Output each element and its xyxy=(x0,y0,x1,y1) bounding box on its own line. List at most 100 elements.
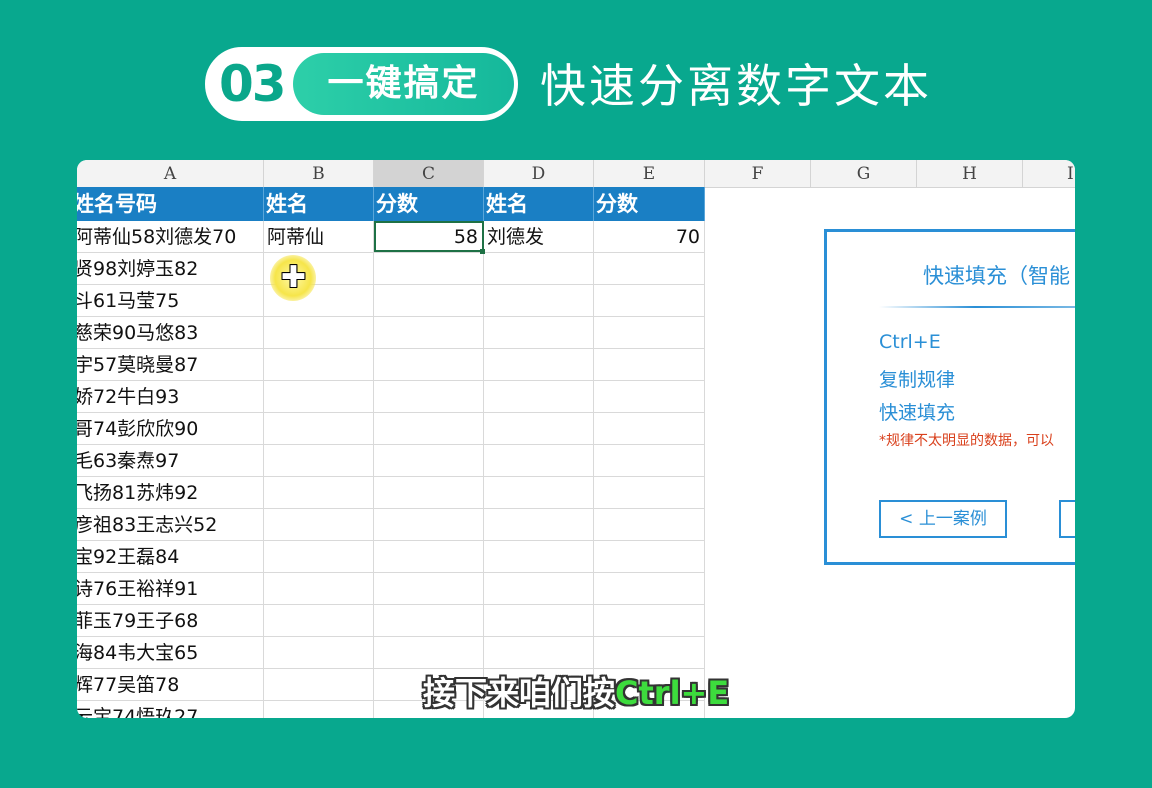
table-row: 宇57莫晓曼87 xyxy=(77,349,705,381)
previous-case-button[interactable]: < 上一案例 xyxy=(879,500,1007,538)
cell-name-number[interactable]: 海84韦大宝65 xyxy=(77,637,264,668)
cell-score-2[interactable] xyxy=(594,445,705,476)
cell-name-number[interactable]: 宝92王磊84 xyxy=(77,541,264,572)
cell-name-number[interactable]: 菲玉79王子68 xyxy=(77,605,264,636)
cell-score[interactable] xyxy=(374,253,484,284)
tip-item-shortcut: Ctrl+E xyxy=(879,331,941,353)
column-header-c[interactable]: C xyxy=(374,160,484,187)
cell-name[interactable] xyxy=(264,669,374,700)
cell-name[interactable]: 阿蒂仙 xyxy=(264,221,374,252)
header-cell-name-number[interactable]: 姓名号码 xyxy=(77,187,264,221)
column-header-e[interactable]: E xyxy=(594,160,705,187)
cell-name-2[interactable] xyxy=(484,509,594,540)
column-header-bar: A B C D E F G H I xyxy=(77,160,1075,188)
cell-name-number[interactable]: 斗61马莹75 xyxy=(77,285,264,316)
cell-name[interactable] xyxy=(264,445,374,476)
cell-name-2[interactable] xyxy=(484,381,594,412)
cell-score[interactable] xyxy=(374,413,484,444)
cell-name-2[interactable] xyxy=(484,317,594,348)
cell-name-number[interactable]: 贤98刘婷玉82 xyxy=(77,253,264,284)
cell-name-2[interactable] xyxy=(484,349,594,380)
cell-name[interactable] xyxy=(264,381,374,412)
cell-name-number[interactable]: 彦祖83王志兴52 xyxy=(77,509,264,540)
cell-score[interactable] xyxy=(374,381,484,412)
column-header-h[interactable]: H xyxy=(917,160,1023,187)
cell-score[interactable] xyxy=(374,637,484,668)
cell-name-2[interactable] xyxy=(484,445,594,476)
cell-name-number[interactable]: 慈荣90马悠83 xyxy=(77,317,264,348)
cell-score[interactable] xyxy=(374,285,484,316)
cell-score[interactable] xyxy=(374,573,484,604)
cell-name[interactable] xyxy=(264,573,374,604)
cell-score-2[interactable] xyxy=(594,349,705,380)
cell-score[interactable] xyxy=(374,541,484,572)
cell-score[interactable]: 58 xyxy=(374,221,484,252)
cell-score-2[interactable] xyxy=(594,605,705,636)
cell-name-number[interactable]: 宇57莫晓曼87 xyxy=(77,349,264,380)
cell-score-2[interactable] xyxy=(594,637,705,668)
cell-score-2[interactable] xyxy=(594,509,705,540)
cell-name[interactable] xyxy=(264,349,374,380)
table-row: 贤98刘婷玉82 xyxy=(77,253,705,285)
cell-score-2[interactable] xyxy=(594,413,705,444)
cell-name-2[interactable] xyxy=(484,573,594,604)
cell-score[interactable] xyxy=(374,445,484,476)
cell-score-2[interactable] xyxy=(594,477,705,508)
cell-name[interactable] xyxy=(264,509,374,540)
cell-name[interactable] xyxy=(264,541,374,572)
cell-name-2[interactable] xyxy=(484,605,594,636)
cell-score[interactable] xyxy=(374,317,484,348)
column-header-a[interactable]: A xyxy=(77,160,264,187)
cell-score[interactable] xyxy=(374,509,484,540)
header-cell-score[interactable]: 分数 xyxy=(374,187,484,221)
column-header-b[interactable]: B xyxy=(264,160,374,187)
cell-name[interactable] xyxy=(264,413,374,444)
fill-handle[interactable] xyxy=(480,249,485,254)
cell-name-number[interactable]: 云宝74悟玖27 xyxy=(77,701,264,718)
cell-name-number[interactable]: 诗76王裕祥91 xyxy=(77,573,264,604)
cell-name-number[interactable]: 娇72牛白93 xyxy=(77,381,264,412)
excel-window: A B C D E F G H I 姓名号码 姓名 分数 姓名 分数 阿蒂仙58… xyxy=(77,160,1075,718)
cell-name[interactable] xyxy=(264,701,374,718)
cell-name[interactable] xyxy=(264,477,374,508)
column-header-g[interactable]: G xyxy=(811,160,917,187)
next-case-button[interactable] xyxy=(1059,500,1075,538)
cell-name[interactable] xyxy=(264,605,374,636)
column-header-d[interactable]: D xyxy=(484,160,594,187)
tip-panel-divider xyxy=(879,306,1075,308)
cell-name-number[interactable]: 哥74彭欣欣90 xyxy=(77,413,264,444)
cell-score[interactable] xyxy=(374,605,484,636)
cell-score-2[interactable] xyxy=(594,573,705,604)
cell-name-number[interactable]: 辉77吴笛78 xyxy=(77,669,264,700)
cell-score[interactable] xyxy=(374,477,484,508)
cell-name-number[interactable]: 阿蒂仙58刘德发70 xyxy=(77,221,264,252)
cell-name-2[interactable] xyxy=(484,413,594,444)
table-row: 彦祖83王志兴52 xyxy=(77,509,705,541)
cell-score-2[interactable]: 70 xyxy=(594,221,705,252)
cell-name-number[interactable]: 毛63秦焘97 xyxy=(77,445,264,476)
cell-score-2[interactable] xyxy=(594,381,705,412)
cell-name-number[interactable]: 飞扬81苏炜92 xyxy=(77,477,264,508)
cell-name-2[interactable]: 刘德发 xyxy=(484,221,594,252)
tip-item-flash-fill: 快速填充 xyxy=(879,402,956,424)
cell-score[interactable] xyxy=(374,349,484,380)
cell-name-2[interactable] xyxy=(484,477,594,508)
header-cell-name-2[interactable]: 姓名 xyxy=(484,187,594,221)
cell-name-2[interactable] xyxy=(484,285,594,316)
cell-name-2[interactable] xyxy=(484,541,594,572)
cell-score-2[interactable] xyxy=(594,541,705,572)
header-cell-score-2[interactable]: 分数 xyxy=(594,187,705,221)
cell-name-2[interactable] xyxy=(484,637,594,668)
cell-name[interactable] xyxy=(264,637,374,668)
column-header-i[interactable]: I xyxy=(1023,160,1075,187)
table-row: 飞扬81苏炜92 xyxy=(77,477,705,509)
table-row: 诗76王裕祥91 xyxy=(77,573,705,605)
cell-score-2[interactable] xyxy=(594,317,705,348)
cell-score-2[interactable] xyxy=(594,253,705,284)
header-cell-name[interactable]: 姓名 xyxy=(264,187,374,221)
cell-score-2[interactable] xyxy=(594,285,705,316)
cell-name[interactable] xyxy=(264,317,374,348)
cell-name-2[interactable] xyxy=(484,253,594,284)
column-header-f[interactable]: F xyxy=(705,160,811,187)
table-row: 菲玉79王子68 xyxy=(77,605,705,637)
